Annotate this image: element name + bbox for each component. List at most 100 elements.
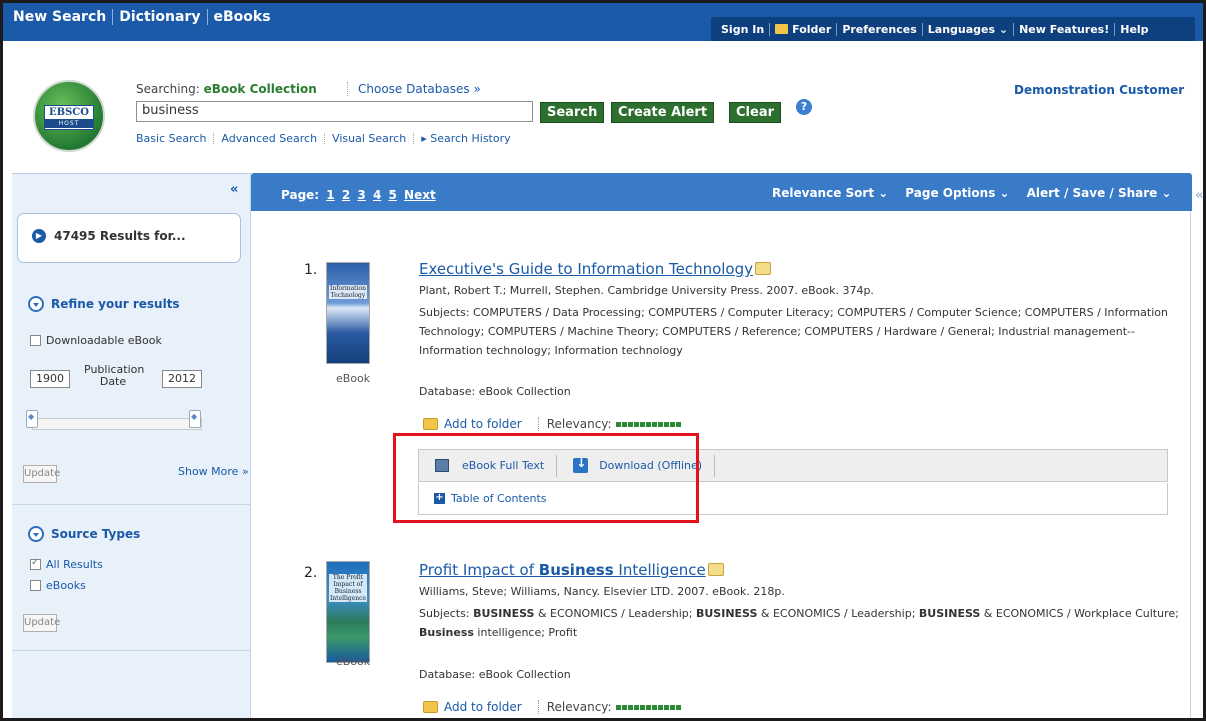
result-title-post: Intelligence	[613, 561, 706, 579]
cover-title-text: The Profit Impact of Business Intelligen…	[329, 574, 367, 602]
result-database: Database: eBook Collection	[419, 385, 571, 398]
folder-icon	[423, 418, 438, 430]
slider-handle-left[interactable]	[26, 410, 38, 428]
result-title-text: Executive's Guide to Information Technol…	[419, 260, 753, 278]
book-cover-image[interactable]: Information Technology	[326, 262, 370, 364]
link-separator	[413, 133, 415, 144]
preferences-link[interactable]: Preferences	[837, 23, 921, 36]
checkbox-box	[30, 557, 41, 570]
page-4-link[interactable]: 4	[373, 188, 381, 202]
page-5-link[interactable]: 5	[388, 188, 396, 202]
help-icon[interactable]: ?	[796, 99, 812, 115]
alert-save-share-menu[interactable]: Alert / Save / Share ⌄	[1027, 186, 1172, 200]
page-3-link[interactable]: 3	[357, 188, 365, 202]
add-to-folder-link[interactable]: Add to folder	[444, 700, 522, 714]
new-features-link[interactable]: New Features!	[1014, 23, 1114, 36]
next-page-link[interactable]: Next	[404, 188, 436, 202]
help-link[interactable]: Help	[1115, 23, 1153, 36]
add-to-folder-link[interactable]: Add to folder	[444, 417, 522, 431]
result-title-highlight: Business	[538, 561, 614, 579]
checkbox-label: All Results	[46, 558, 103, 571]
subject-part: & ECONOMICS / Leadership;	[534, 607, 696, 620]
nav-separator	[206, 9, 208, 25]
choose-databases-link[interactable]: Choose Databases »	[347, 82, 481, 96]
results-count-box[interactable]: ▶ 47495 Results for...	[17, 213, 241, 263]
sign-in-link[interactable]: Sign In	[716, 23, 769, 36]
date-range-slider[interactable]	[32, 418, 202, 430]
divider	[12, 504, 250, 505]
relevancy-meter	[615, 704, 682, 710]
ebook-type-label: eBook	[336, 655, 371, 668]
subject-part: intelligence; Profit	[473, 626, 578, 639]
link-separator	[324, 133, 326, 144]
refine-results-heading[interactable]: Refine your results	[28, 296, 180, 312]
result-subjects: Subjects: COMPUTERS / Data Processing; C…	[419, 306, 1168, 357]
cover-title-text: Information Technology	[329, 285, 367, 299]
update-button-source[interactable]: Update	[23, 614, 60, 632]
result-title-link[interactable]: Executive's Guide to Information Technol…	[419, 260, 771, 278]
nav-new-search[interactable]: New Search	[10, 9, 112, 25]
result-title-link[interactable]: Profit Impact of Business Intelligence	[419, 561, 724, 579]
arrow-circle-icon: ▶	[32, 229, 46, 243]
clear-button[interactable]: Clear	[729, 102, 781, 123]
search-history-link[interactable]: ▸ Search History	[421, 132, 510, 145]
result-meta: Williams, Steve; Williams, Nancy. Elsevi…	[419, 585, 785, 598]
page-options-menu[interactable]: Page Options ⌄	[905, 186, 1009, 200]
subject-highlight: BUSINESS	[918, 607, 981, 620]
results-panel: Page: 1 2 3 4 5 Next Relevance Sort ⌄ Pa…	[250, 173, 1192, 718]
nav-ebooks[interactable]: eBooks	[211, 9, 277, 25]
add-to-folder-row: Add to folder Relevancy:	[423, 700, 682, 714]
search-button[interactable]: Search	[540, 102, 605, 123]
result-subjects: Subjects: BUSINESS & ECONOMICS / Leaders…	[419, 604, 1179, 642]
nav-dictionary[interactable]: Dictionary	[116, 9, 206, 25]
basic-search-link[interactable]: Basic Search	[136, 132, 206, 145]
result-database: Database: eBook Collection	[419, 668, 571, 681]
collapse-left-icon[interactable]: «	[230, 182, 238, 197]
toolbar-menus: Relevance Sort ⌄ Page Options ⌄ Alert / …	[772, 186, 1189, 200]
folder-icon	[775, 23, 789, 34]
folder-icon	[423, 701, 438, 713]
show-more-link[interactable]: Show More »	[178, 465, 249, 478]
update-button[interactable]: Update	[23, 465, 60, 483]
result-meta: Plant, Robert T.; Murrell, Stephen. Camb…	[419, 284, 874, 297]
book-cover-image[interactable]: The Profit Impact of Business Intelligen…	[326, 561, 370, 663]
checkbox-box	[30, 335, 41, 346]
languages-menu[interactable]: Languages ⌄	[923, 23, 1013, 36]
advanced-search-link[interactable]: Advanced Search	[221, 132, 317, 145]
preview-icon[interactable]	[755, 262, 771, 275]
subject-part: & ECONOMICS / Workplace Culture;	[980, 607, 1179, 620]
top-nav: New Search Dictionary eBooks	[10, 9, 277, 25]
year-to-input[interactable]: 2012	[162, 370, 202, 388]
preview-icon[interactable]	[707, 563, 724, 576]
subject-highlight: BUSINESS	[473, 607, 535, 620]
collapse-right-icon[interactable]: «	[1195, 188, 1203, 203]
logo-text-ebsco: EBSCO	[49, 107, 89, 118]
search-input[interactable]: business	[136, 101, 533, 122]
page-1-link[interactable]: 1	[326, 188, 334, 202]
logo-badge: EBSCO HOST	[44, 105, 94, 130]
page-frame: New Search Dictionary eBooks Sign In Fol…	[0, 0, 1206, 721]
folder-link[interactable]: Folder	[770, 23, 836, 36]
checkbox-label: Downloadable eBook	[46, 334, 162, 347]
subject-part: Subjects:	[419, 607, 474, 620]
relevance-sort-menu[interactable]: Relevance Sort ⌄	[772, 186, 888, 200]
all-results-checkbox[interactable]: All Results	[30, 557, 103, 571]
source-types-heading[interactable]: Source Types	[28, 526, 140, 542]
searching-prefix: Searching:	[136, 82, 200, 96]
results-toolbar: Page: 1 2 3 4 5 Next Relevance Sort ⌄ Pa…	[251, 173, 1192, 211]
year-from-input[interactable]: 1900	[30, 370, 70, 388]
create-alert-button[interactable]: Create Alert	[611, 102, 715, 123]
chevron-down-icon	[28, 526, 44, 542]
ebooks-checkbox[interactable]: eBooks	[30, 579, 86, 592]
refine-results-label: Refine your results	[51, 297, 180, 311]
downloadable-ebook-checkbox[interactable]: Downloadable eBook	[30, 334, 162, 347]
ebscohost-logo[interactable]: EBSCO HOST	[33, 80, 105, 152]
nav-separator	[112, 9, 114, 25]
slider-handle-right[interactable]	[189, 410, 201, 428]
top-navigation-bar: New Search Dictionary eBooks Sign In Fol…	[3, 3, 1203, 41]
refine-sidebar: « ▶ 47495 Results for... Refine your res…	[12, 173, 250, 718]
page-2-link[interactable]: 2	[342, 188, 350, 202]
visual-search-link[interactable]: Visual Search	[332, 132, 406, 145]
source-types-label: Source Types	[51, 527, 141, 541]
subject-part: & ECONOMICS / Leadership;	[757, 607, 919, 620]
